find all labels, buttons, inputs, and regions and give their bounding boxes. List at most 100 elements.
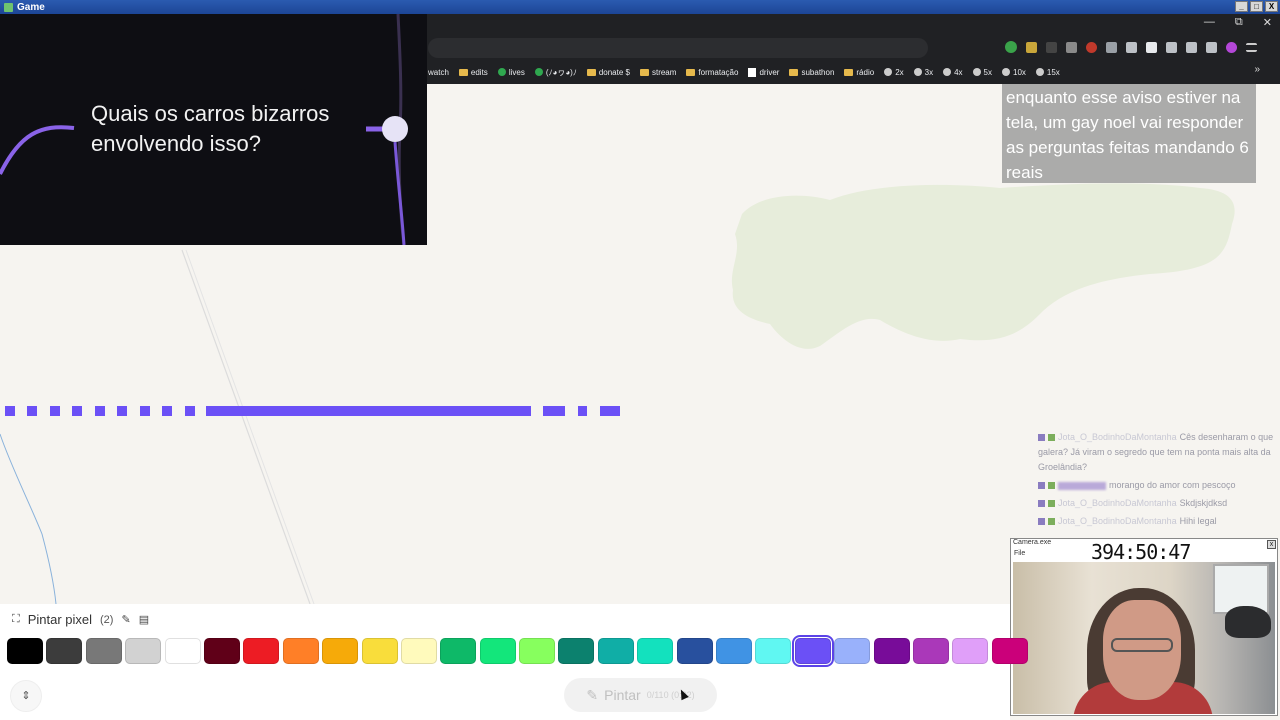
road-line [185,249,315,604]
bookmark-4[interactable]: donate $ [586,68,630,77]
painted-pixel-pending [600,406,620,416]
color-swatch[interactable] [716,638,753,664]
puzzle-icon[interactable] [1126,41,1137,53]
color-swatch[interactable] [597,638,634,664]
bookmark-12[interactable]: 4x [943,67,963,77]
color-swatch[interactable] [7,638,43,664]
pencil-icon[interactable]: ✎ [121,613,130,626]
layers-icon[interactable]: ▤ [139,613,149,626]
color-swatch[interactable] [400,638,437,664]
painted-pixel [162,406,172,416]
bookmark-15[interactable]: 15x [1035,68,1060,77]
bookmark-1[interactable]: edits [458,68,488,77]
chat-message: Jota_O_BodinhoDaMontanha Cês desenharam o… [1038,430,1278,475]
sidebar-icon[interactable] [1146,41,1157,53]
browser-close-button[interactable]: ✕ [1263,16,1272,29]
folder-icon [789,68,799,76]
bookmark-2[interactable]: lives [497,68,525,77]
bookmark-13[interactable]: 5x [972,68,992,77]
brush-icon: ✎ [586,686,599,703]
color-swatch[interactable] [85,638,122,664]
bookmark-7[interactable]: driver [748,67,779,77]
extension-icon[interactable] [1166,41,1177,53]
bookmark-icon [534,68,543,76]
expand-toggle-button[interactable]: ⇕ [10,680,42,712]
app-icon [4,2,13,12]
color-swatch[interactable] [912,638,949,664]
chat-overlay: Jota_O_BodinhoDaMontanha Cês desenharam o… [1038,430,1278,532]
menu-icon[interactable] [1246,42,1257,52]
color-swatch[interactable] [203,638,240,664]
color-swatch[interactable] [755,638,792,664]
color-swatch[interactable] [164,638,201,664]
window-controls: _ □ X [1235,1,1278,12]
bookmark-9[interactable]: rádio [844,68,874,77]
extension-icon[interactable] [1186,41,1197,53]
painted-pixel [140,406,150,416]
extension-icon[interactable] [1066,41,1077,53]
bookmark-14[interactable]: 10x [1002,68,1026,77]
color-swatch[interactable] [440,638,477,664]
extension-icon[interactable] [1086,41,1097,53]
border-line [0,433,57,604]
chat-text: Skdjskjdksd [1179,498,1228,508]
browser-minimize-button[interactable]: — [1204,16,1215,29]
extension-icon[interactable] [1046,41,1057,53]
close-button[interactable]: X [1265,1,1278,12]
address-bar[interactable] [428,38,928,58]
chat-username [1058,481,1106,490]
speed-icon [913,68,922,76]
color-swatch[interactable] [991,638,1028,664]
painted-pixel [185,406,195,416]
bookmark-5[interactable]: stream [639,68,676,77]
bookmark-11[interactable]: 3x [913,68,933,77]
bookmark-10[interactable]: 2x [884,68,904,77]
chat-platform-icon [1038,518,1045,526]
color-swatch[interactable] [952,638,989,664]
extension-icon[interactable] [1026,41,1037,53]
bookmark-8[interactable]: subathon [789,68,834,77]
color-swatch[interactable] [676,638,713,664]
color-swatch[interactable] [558,638,595,664]
fullscreen-icon[interactable]: ⛶ [12,613,20,626]
bookmark-0[interactable]: watch [428,68,449,77]
browser-restore-button[interactable]: ⧉ [1235,16,1243,29]
road-line [181,249,311,604]
bookmarks-bar: watch edits lives (ﾉ◕ヮ◕)ﾉ donate $ stream form… [428,64,1060,80]
color-swatch[interactable] [46,638,83,664]
color-swatch[interactable] [519,638,556,664]
webcam-close-button[interactable]: x [1267,540,1276,549]
extension-icon[interactable] [1106,41,1117,53]
folder-icon [458,68,468,76]
shield-icon[interactable] [1206,41,1217,53]
webcam-title: Camera.exe [1013,539,1052,546]
bookmark-icon [497,68,506,76]
color-swatch[interactable] [834,638,871,664]
paint-button[interactable]: ✎ Pintar 0/110 (0:02) [564,678,717,712]
speed-icon [884,68,893,76]
webcam-menu[interactable]: File [1014,550,1025,557]
folder-icon [844,68,854,76]
color-swatch[interactable] [637,638,674,664]
color-swatch[interactable] [125,638,162,664]
extension-badge-icon[interactable] [1005,41,1017,53]
bookmarks-more-button[interactable]: » [1254,64,1260,75]
bookmark-6[interactable]: formatação [686,68,738,77]
color-swatch[interactable] [243,638,280,664]
minimize-button[interactable]: _ [1235,1,1248,12]
color-swatch[interactable] [873,638,910,664]
color-swatch[interactable] [361,638,398,664]
color-swatch[interactable] [479,638,516,664]
bookmark-label: 4x [954,67,963,77]
painted-pixel [27,406,37,416]
profile-icon[interactable] [1226,41,1237,53]
bookmark-3[interactable]: (ﾉ◕ヮ◕)ﾉ [534,67,577,78]
app-titlebar: Game _ □ X [0,0,1280,14]
folder-icon [639,68,649,76]
maximize-button[interactable]: □ [1250,1,1263,12]
extension-icons [1005,41,1257,53]
color-swatch[interactable] [282,638,319,664]
color-swatch[interactable] [322,638,359,664]
color-swatch[interactable] [791,635,834,667]
paint-header: ⛶ Pintar pixel (2) ✎ ▤ [12,612,149,627]
